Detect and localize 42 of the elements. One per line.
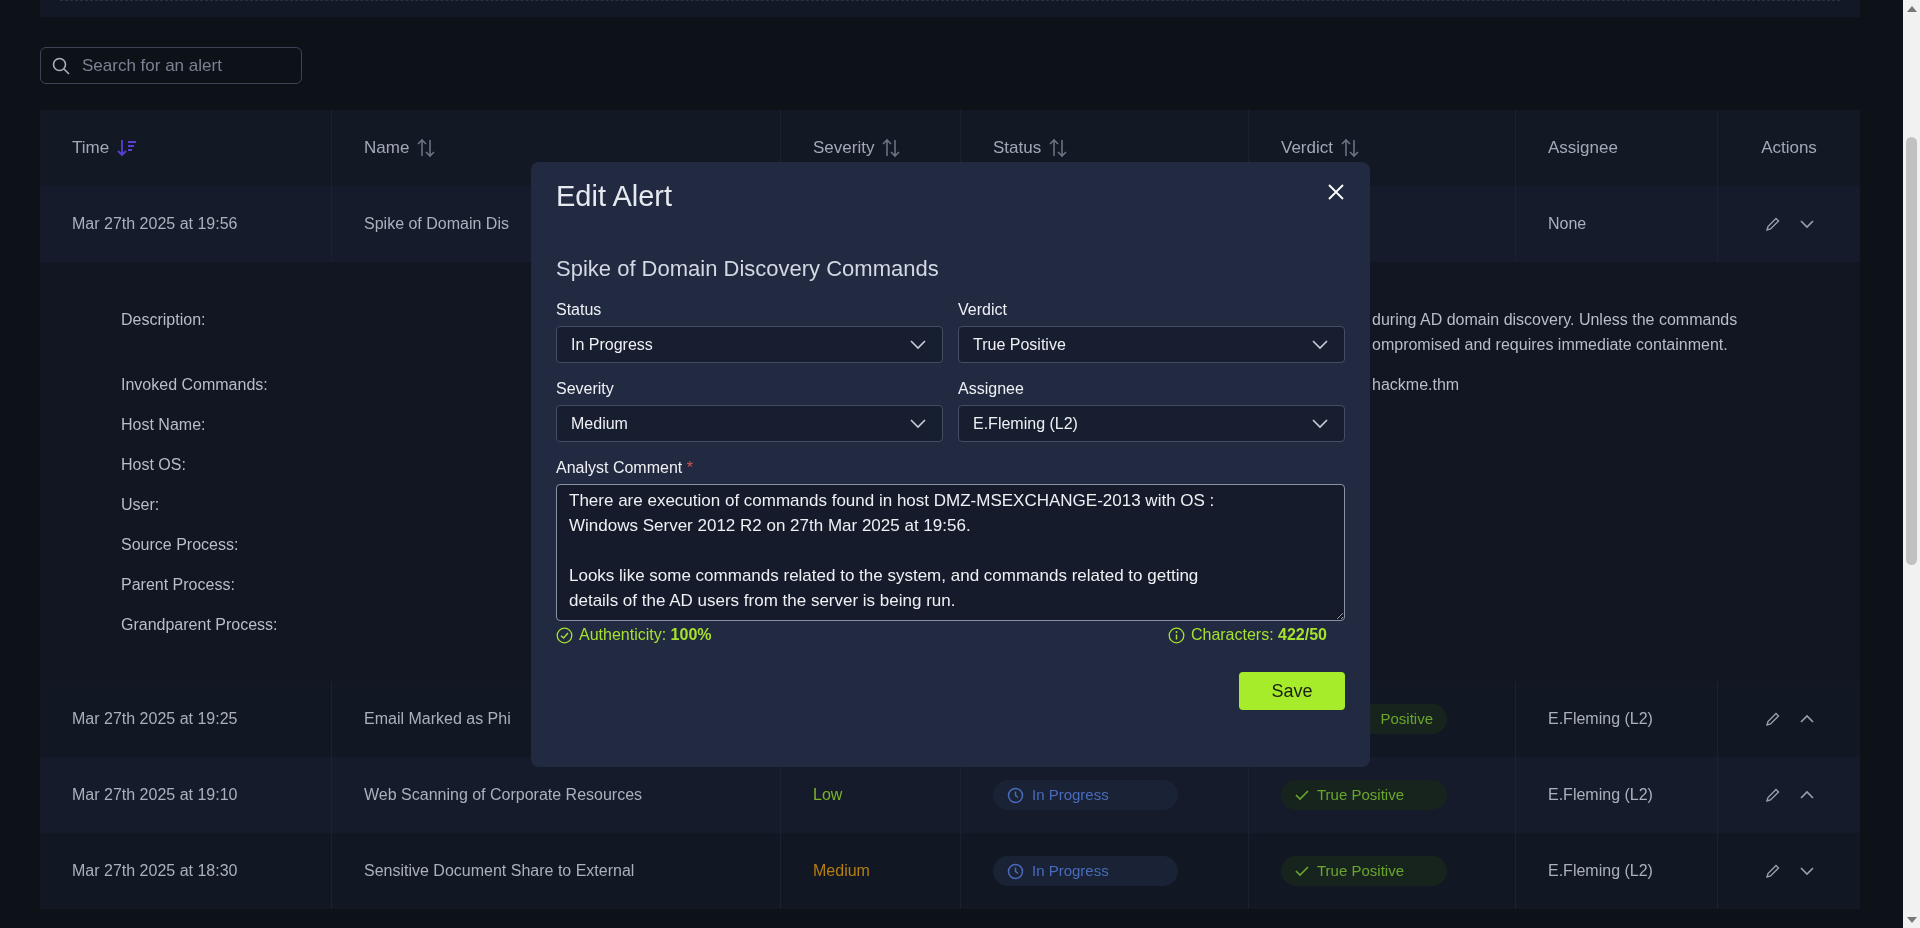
detail-label: Invoked Commands: xyxy=(121,376,268,393)
table-cell-text: Sensitive Document Share to External xyxy=(364,861,635,881)
table-cell-text: Email Marked as Phi xyxy=(364,709,511,729)
table-cell-text: Mar 27th 2025 at 18:30 xyxy=(72,861,238,881)
detail-label: Host OS: xyxy=(121,456,186,473)
detail-label: Source Process: xyxy=(121,536,239,553)
verdict-label: True Positive xyxy=(1317,784,1404,805)
required-marker: * xyxy=(686,459,693,476)
table-cell-text: Spike of Domain Dis xyxy=(364,214,509,234)
table-cell-text: None xyxy=(1548,214,1587,234)
severity-label: Low xyxy=(813,785,843,805)
column-header: Actions xyxy=(1761,137,1817,160)
field-label: Status xyxy=(556,300,603,320)
detail-label: User: xyxy=(121,496,160,513)
field-label: Assignee xyxy=(958,379,1025,399)
detail-label: Host Name: xyxy=(121,416,206,433)
table-cell-text: E.Fleming (L2) xyxy=(1548,709,1653,729)
table-cell-text: E.Fleming (L2) xyxy=(1548,785,1653,805)
table-cell-text: Mar 27th 2025 at 19:56 xyxy=(72,214,238,234)
authenticity-text: Authenticity: 100% xyxy=(579,625,712,645)
field-label: Severity xyxy=(556,379,615,399)
character-count: Characters: 422/50 xyxy=(1190,625,1327,645)
detail-label: Parent Process: xyxy=(121,576,235,593)
table-cell-text: E.Fleming (L2) xyxy=(1548,861,1653,881)
status-label: In Progress xyxy=(1032,784,1109,805)
alert-name: Spike of Domain Discovery Commands xyxy=(556,255,940,283)
verdict-label: True Positive xyxy=(1317,860,1404,881)
table-cell-text: Web Scanning of Corporate Resources xyxy=(364,785,643,805)
detail-value: during AD domain discovery. Unless the commands xyxy=(1372,310,1739,330)
detail-value: hackme.thm xyxy=(1372,375,1461,395)
detail-value: ompromised and requires immediate containment. xyxy=(1372,335,1729,355)
detail-label: Description: xyxy=(121,311,206,328)
table-cell-text: Mar 27th 2025 at 19:25 xyxy=(72,709,238,729)
status-label: In Progress xyxy=(1032,860,1109,881)
table-cell-text: Mar 27th 2025 at 19:10 xyxy=(72,785,238,805)
severity-label: Medium xyxy=(813,861,870,881)
field-label: Analyst Comment xyxy=(556,459,683,476)
field-label: Verdict xyxy=(958,300,1008,320)
verdict-label: Positive xyxy=(1380,708,1433,729)
dialog-title: Edit Alert xyxy=(556,179,673,214)
detail-label: Grandparent Process: xyxy=(121,616,278,633)
column-header: Assignee xyxy=(1548,137,1618,160)
